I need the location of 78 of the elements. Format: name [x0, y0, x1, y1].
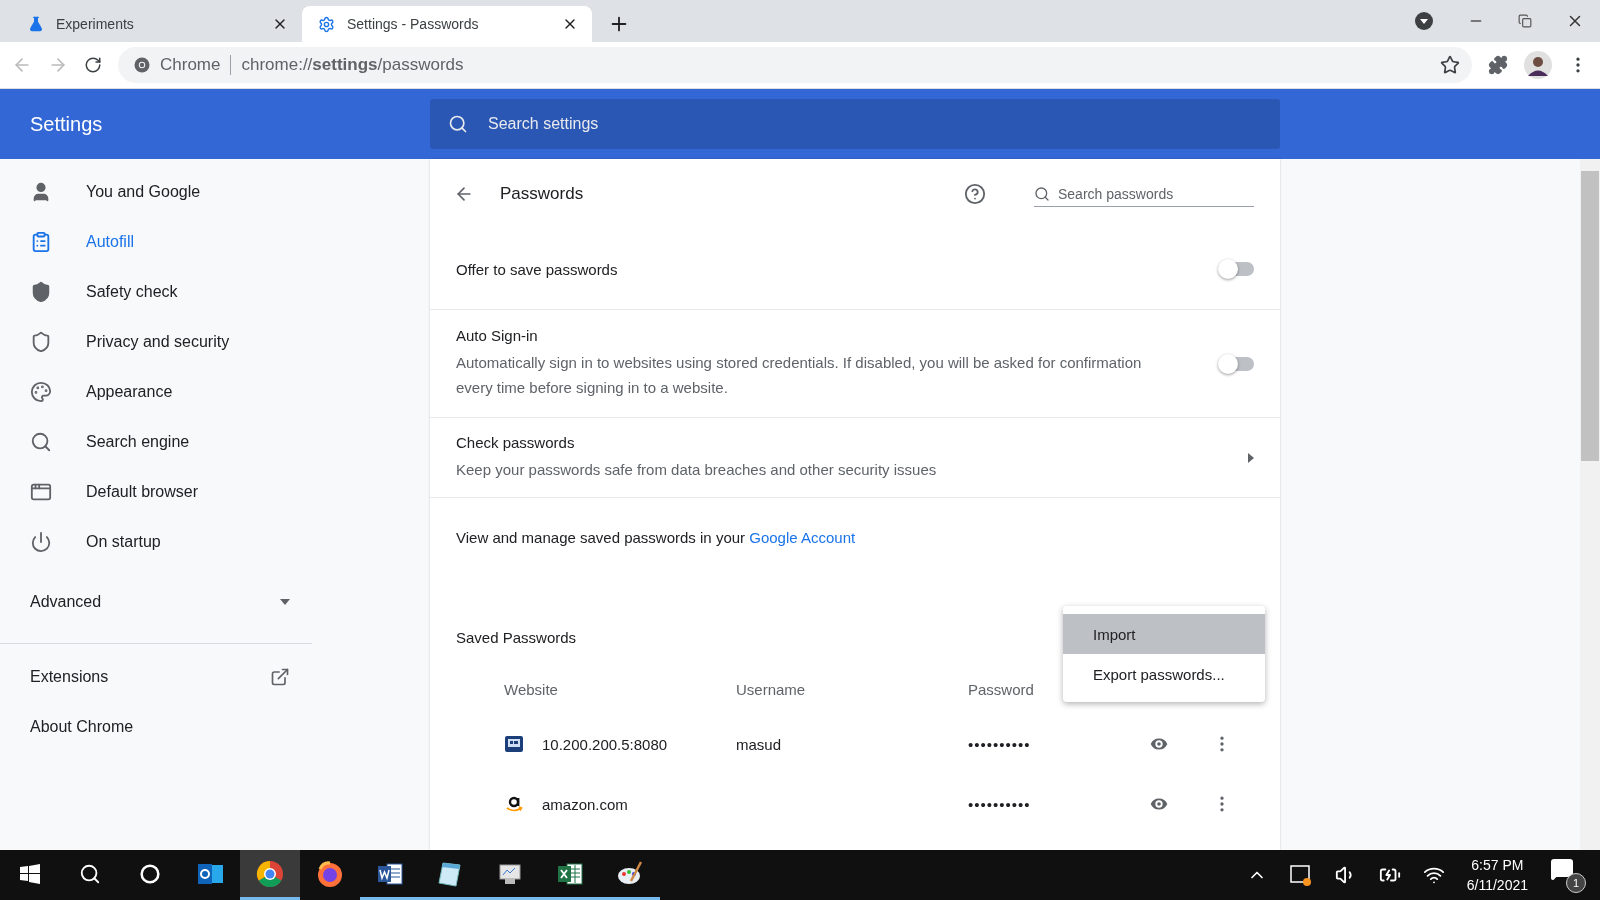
- taskbar-app[interactable]: [240, 850, 300, 900]
- website-cell: 10.200.200.5:8080: [542, 735, 668, 753]
- browser-tab[interactable]: Settings - Passwords: [302, 6, 592, 42]
- password-cell: ••••••••••: [968, 795, 1031, 813]
- menu-item[interactable]: Import: [1063, 614, 1265, 654]
- sidebar-item[interactable]: Search engine: [0, 417, 312, 467]
- message-icon: [1550, 857, 1574, 881]
- external-link-icon: [270, 667, 290, 687]
- palette-icon: [30, 381, 52, 403]
- flask-icon: [28, 16, 44, 32]
- windows-icon: [20, 863, 40, 884]
- chrome-icon[interactable]: [255, 858, 285, 889]
- clipboard-icon: [30, 231, 52, 253]
- star-icon[interactable]: [1440, 55, 1460, 75]
- sidebar-link[interactable]: Extensions: [0, 652, 312, 702]
- tab-title: Experiments: [56, 16, 135, 32]
- page-title: Passwords: [500, 184, 585, 204]
- notification-count: 1: [1566, 873, 1586, 893]
- shield-icon: [30, 331, 52, 353]
- caret-icon: [1248, 452, 1254, 463]
- chrome-logo-icon: [134, 57, 150, 73]
- sidebar-item[interactable]: Default browser: [0, 467, 312, 517]
- sidebar-item[interactable]: Safety check: [0, 267, 312, 317]
- browser-window-icon: [30, 481, 52, 503]
- avatar-icon[interactable]: [1524, 51, 1552, 79]
- tab-title: Settings - Passwords: [347, 16, 480, 32]
- help-icon[interactable]: [964, 183, 986, 205]
- setting-description: Automatically sign in to websites using stored credentials. If disabled, you will be asked for confirmation every time before signing in to a website.: [456, 353, 1143, 398]
- gear-icon: [318, 15, 335, 33]
- sync-status-icon[interactable]: [1288, 863, 1313, 887]
- advanced-section[interactable]: Advanced: [0, 577, 312, 627]
- settings-title: Settings: [29, 112, 104, 136]
- caret-icon: [280, 599, 290, 605]
- setting-title: Check passwords: [456, 433, 576, 451]
- column-header: Password: [968, 680, 1034, 698]
- url-text: chrome://settings/passwords: [241, 55, 464, 75]
- fox-globe-icon[interactable]: [315, 858, 345, 889]
- sidebar-item[interactable]: On startup: [0, 517, 312, 567]
- column-header: Website: [504, 680, 558, 698]
- sidebar-item[interactable]: Autofill: [0, 217, 312, 267]
- sidebar-item[interactable]: Appearance: [0, 367, 312, 417]
- menu-item[interactable]: Export passwords...: [1063, 654, 1265, 694]
- account-text: View and manage saved passwords in your Google Account: [456, 529, 856, 546]
- search-field[interactable]: Search settings: [430, 99, 1280, 149]
- smile-arrow-icon: [504, 794, 524, 814]
- website-cell: amazon.com: [542, 795, 628, 813]
- toggle-switch[interactable]: [1220, 262, 1254, 276]
- dropdown-icon[interactable]: [1414, 11, 1434, 31]
- search-icon: [30, 431, 52, 453]
- search-icon: [448, 114, 468, 134]
- toggle-switch[interactable]: [1220, 356, 1254, 371]
- power-icon: [30, 531, 52, 553]
- puzzle-icon[interactable]: [1488, 55, 1508, 75]
- reload-icon[interactable]: [84, 56, 102, 74]
- account-link[interactable]: Google Account: [749, 529, 856, 546]
- search-icon: [1034, 185, 1050, 202]
- circle-icon[interactable]: [140, 863, 160, 884]
- username-cell: masud: [736, 735, 782, 753]
- monitor-icon: [504, 734, 524, 754]
- site-label: Chrome: [160, 55, 221, 75]
- section-heading: Saved Passwords: [456, 629, 577, 646]
- browser-tab[interactable]: Experiments: [12, 6, 302, 42]
- sidebar-link[interactable]: About Chrome: [0, 702, 312, 752]
- search-icon[interactable]: [79, 862, 101, 885]
- setting-title: Auto Sign-in: [456, 327, 539, 344]
- password-cell: ••••••••••: [968, 735, 1031, 753]
- scrollbar[interactable]: [1580, 159, 1600, 850]
- check-passwords-row[interactable]: Check passwords Keep your passwords safe from data breaches and other security issues: [430, 417, 1280, 497]
- clock[interactable]: 6:57 PM 6/11/2021: [1466, 857, 1528, 893]
- column-header: Username: [736, 680, 806, 698]
- search-field[interactable]: Search passwords: [1034, 181, 1254, 207]
- sidebar-item[interactable]: Privacy and security: [0, 317, 312, 367]
- restore-icon[interactable]: [1518, 14, 1532, 28]
- setting-description: Keep your passwords safe from data breaches and other security issues: [456, 459, 938, 480]
- address-bar[interactable]: Chrome chrome://settings/passwords: [118, 47, 1472, 83]
- notifications-button[interactable]: 1: [1550, 857, 1586, 893]
- setting-title: Offer to save passwords: [456, 260, 619, 278]
- sidebar-item[interactable]: You and Google: [0, 167, 312, 217]
